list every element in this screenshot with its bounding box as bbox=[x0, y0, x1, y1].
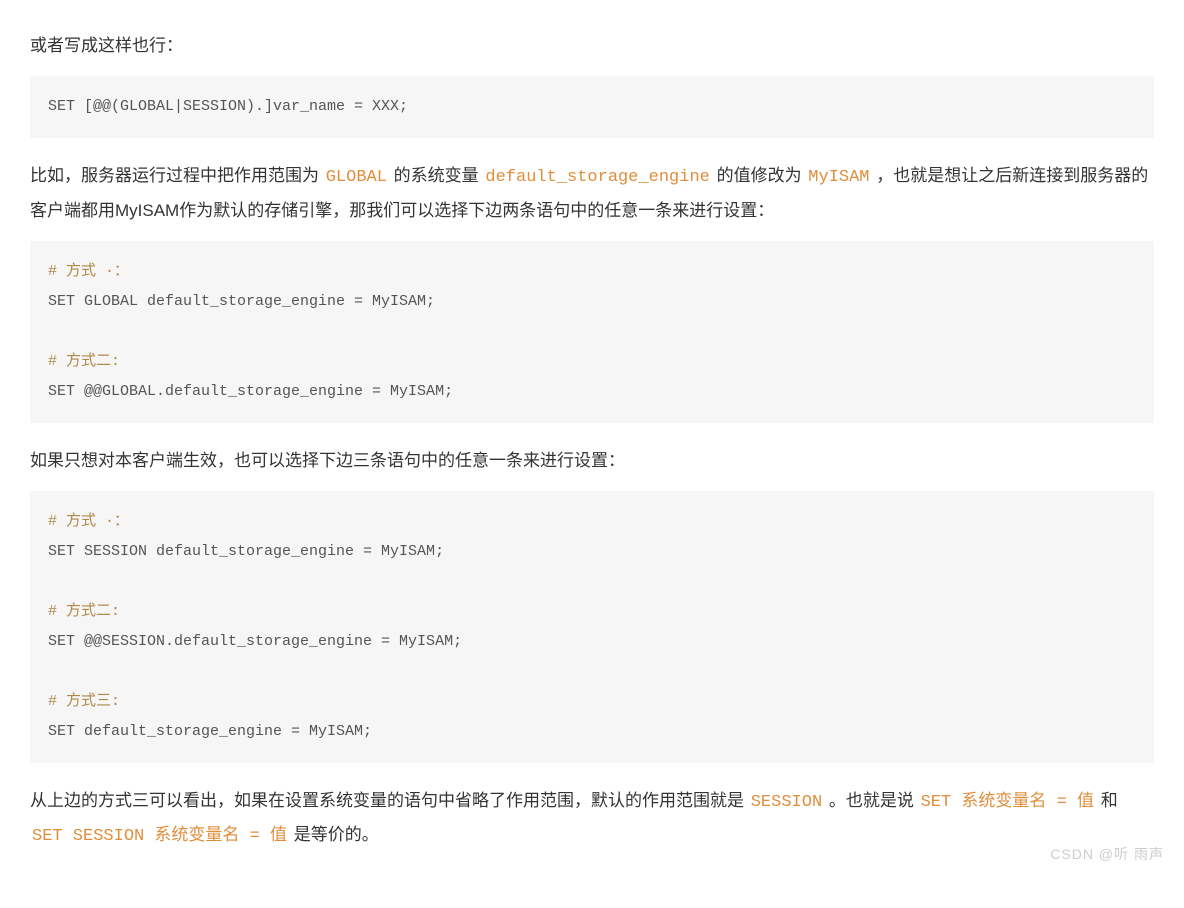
code-block-global: # 方式 ·： SET GLOBAL default_storage_engin… bbox=[30, 241, 1154, 423]
text: 是等价的。 bbox=[289, 825, 379, 844]
paragraph-conclusion: 从上边的方式三可以看出，如果在设置系统变量的语句中省略了作用范围，默认的作用范围… bbox=[30, 785, 1154, 854]
code-comment: # 方式 ·： bbox=[48, 513, 129, 530]
text: 和 bbox=[1096, 791, 1118, 810]
paragraph-intro: 或者写成这样也行： bbox=[30, 30, 1154, 62]
code-comment: # 方式二: bbox=[48, 603, 120, 620]
code-comment: # 方式三: bbox=[48, 693, 120, 710]
code-line: SET @@GLOBAL.default_storage_engine = My… bbox=[48, 383, 453, 400]
text: 的值修改为 bbox=[712, 166, 806, 185]
code-block-session: # 方式 ·： SET SESSION default_storage_engi… bbox=[30, 491, 1154, 763]
code-block-syntax: SET [@@(GLOBAL|SESSION).]var_name = XXX; bbox=[30, 76, 1154, 138]
inline-code-varname: default_storage_engine bbox=[483, 168, 711, 187]
code-comment: # 方式 ·： bbox=[48, 263, 129, 280]
code-line: SET [@@(GLOBAL|SESSION).]var_name = XXX; bbox=[48, 98, 408, 115]
text: 。也就是说 bbox=[824, 791, 918, 810]
code-comment: # 方式二: bbox=[48, 353, 120, 370]
inline-code-session: SESSION bbox=[749, 793, 824, 812]
text: 从上边的方式三可以看出，如果在设置系统变量的语句中省略了作用范围，默认的作用范围… bbox=[30, 791, 749, 810]
code-line: SET SESSION default_storage_engine = MyI… bbox=[48, 543, 444, 560]
code-line: SET default_storage_engine = MyISAM; bbox=[48, 723, 372, 740]
inline-code-myisam: MyISAM bbox=[806, 168, 871, 187]
paragraph-session-intro: 如果只想对本客户端生效，也可以选择下边三条语句中的任意一条来进行设置： bbox=[30, 445, 1154, 477]
paragraph-global-explain: 比如，服务器运行过程中把作用范围为 GLOBAL 的系统变量 default_s… bbox=[30, 160, 1154, 227]
inline-code-set2: SET SESSION 系统变量名 = 值 bbox=[30, 827, 289, 846]
inline-code-global: GLOBAL bbox=[324, 168, 389, 187]
text: 比如，服务器运行过程中把作用范围为 bbox=[30, 166, 324, 185]
inline-code-set1: SET 系统变量名 = 值 bbox=[919, 793, 1096, 812]
text: 的系统变量 bbox=[389, 166, 483, 185]
code-line: SET @@SESSION.default_storage_engine = M… bbox=[48, 633, 462, 650]
code-line: SET GLOBAL default_storage_engine = MyIS… bbox=[48, 293, 435, 310]
